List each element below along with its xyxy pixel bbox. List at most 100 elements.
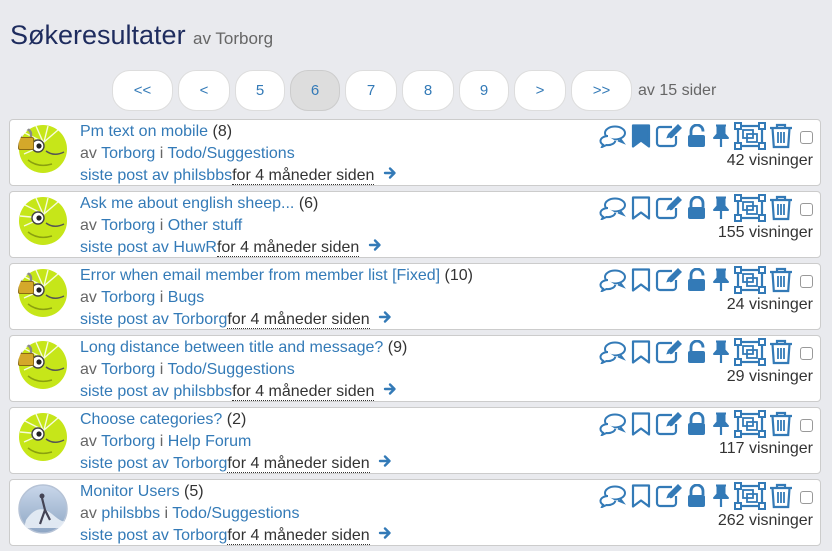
move-topic-icon[interactable] (734, 266, 766, 294)
go-to-last-post-icon[interactable] (383, 381, 397, 403)
last-post-user-link[interactable]: HuwR (173, 239, 217, 256)
topic-title-link[interactable]: Long distance between title and message? (80, 339, 383, 356)
trash-icon[interactable] (769, 339, 793, 365)
avatar[interactable] (18, 484, 68, 534)
edit-icon[interactable] (655, 268, 683, 292)
category-link[interactable]: Help Forum (168, 433, 252, 450)
bookmark-icon[interactable] (630, 268, 652, 292)
avatar[interactable] (18, 340, 68, 390)
bookmark-icon[interactable] (630, 196, 652, 220)
lock-icon[interactable] (686, 196, 708, 220)
topic-title-link[interactable]: Monitor Users (80, 483, 180, 500)
reply-chat-icon[interactable] (599, 268, 627, 292)
go-to-last-post-icon[interactable] (368, 237, 382, 259)
page-7-button[interactable]: 7 (345, 70, 397, 111)
last-post-user-link[interactable]: Torborg (173, 455, 227, 472)
category-link[interactable]: Todo/Suggestions (167, 361, 294, 378)
topic-title-link[interactable]: Error when email member from member list… (80, 267, 440, 284)
trash-icon[interactable] (769, 123, 793, 149)
pin-icon[interactable] (711, 340, 731, 364)
lock-icon[interactable] (686, 412, 708, 436)
avatar[interactable] (18, 412, 68, 462)
reply-chat-icon[interactable] (599, 196, 627, 220)
select-checkbox[interactable] (800, 202, 813, 216)
bookmark-icon[interactable] (630, 124, 652, 148)
author-link[interactable]: Torborg (101, 361, 155, 378)
reply-chat-icon[interactable] (599, 412, 627, 436)
edit-icon[interactable] (655, 196, 683, 220)
edit-icon[interactable] (655, 340, 683, 364)
category-link[interactable]: Todo/Suggestions (172, 505, 299, 522)
select-checkbox[interactable] (800, 346, 813, 360)
prev-page-button[interactable]: < (178, 70, 230, 111)
last-post-date[interactable]: for 4 måneder siden (216, 239, 360, 258)
move-topic-icon[interactable] (734, 482, 766, 510)
pin-icon[interactable] (711, 268, 731, 292)
by-label: av (80, 217, 97, 234)
pin-icon[interactable] (711, 484, 731, 508)
last-post-user-link[interactable]: philsbbs (173, 383, 232, 400)
author-link[interactable]: Torborg (101, 145, 155, 162)
author-link[interactable]: philsbbs (101, 505, 160, 522)
avatar[interactable] (18, 268, 68, 318)
pin-icon[interactable] (711, 196, 731, 220)
go-to-last-post-icon[interactable] (378, 309, 392, 331)
category-link[interactable]: Bugs (168, 289, 204, 306)
reply-chat-icon[interactable] (599, 124, 627, 148)
reply-chat-icon[interactable] (599, 340, 627, 364)
last-post-user-link[interactable]: philsbbs (173, 167, 232, 184)
first-page-button[interactable]: << (112, 70, 173, 111)
bookmark-icon[interactable] (630, 340, 652, 364)
trash-icon[interactable] (769, 267, 793, 293)
go-to-last-post-icon[interactable] (378, 525, 392, 547)
last-post-date[interactable]: for 4 måneder siden (227, 311, 370, 330)
go-to-last-post-icon[interactable] (378, 453, 392, 475)
category-link[interactable]: Other stuff (168, 217, 242, 234)
page-9-button[interactable]: 9 (459, 70, 509, 111)
edit-icon[interactable] (655, 412, 683, 436)
lock-icon[interactable] (686, 124, 708, 148)
last-post-date[interactable]: for 4 måneder siden (232, 383, 375, 402)
bookmark-icon[interactable] (630, 412, 652, 436)
last-page-button[interactable]: >> (571, 70, 632, 111)
author-link[interactable]: Torborg (101, 433, 155, 450)
topic-title-link[interactable]: Pm text on mobile (80, 123, 208, 140)
edit-icon[interactable] (655, 124, 683, 148)
last-post-date[interactable]: for 4 måneder siden (227, 527, 370, 546)
bookmark-icon[interactable] (630, 484, 652, 508)
select-checkbox[interactable] (800, 274, 813, 288)
reply-chat-icon[interactable] (599, 484, 627, 508)
select-checkbox[interactable] (800, 490, 813, 504)
move-topic-icon[interactable] (734, 338, 766, 366)
lock-icon[interactable] (686, 484, 708, 508)
pin-icon[interactable] (711, 412, 731, 436)
page-5-button[interactable]: 5 (235, 70, 285, 111)
edit-icon[interactable] (655, 484, 683, 508)
page-6-button[interactable]: 6 (290, 70, 340, 111)
avatar[interactable] (18, 196, 68, 246)
avatar[interactable] (18, 124, 68, 174)
next-page-button[interactable]: > (514, 70, 566, 111)
author-link[interactable]: Torborg (101, 289, 155, 306)
go-to-last-post-icon[interactable] (383, 165, 397, 187)
trash-icon[interactable] (769, 483, 793, 509)
move-topic-icon[interactable] (734, 122, 766, 150)
select-checkbox[interactable] (800, 130, 813, 144)
page-8-button[interactable]: 8 (402, 70, 454, 111)
trash-icon[interactable] (769, 195, 793, 221)
move-topic-icon[interactable] (734, 194, 766, 222)
last-post-user-link[interactable]: Torborg (173, 527, 227, 544)
category-link[interactable]: Todo/Suggestions (167, 145, 294, 162)
pin-icon[interactable] (711, 124, 731, 148)
move-topic-icon[interactable] (734, 410, 766, 438)
lock-icon[interactable] (686, 268, 708, 292)
topic-title-link[interactable]: Choose categories? (80, 411, 222, 428)
topic-title-link[interactable]: Ask me about english sheep... (80, 195, 294, 212)
trash-icon[interactable] (769, 411, 793, 437)
last-post-user-link[interactable]: Torborg (173, 311, 227, 328)
author-link[interactable]: Torborg (101, 217, 155, 234)
select-checkbox[interactable] (800, 418, 813, 432)
lock-icon[interactable] (686, 340, 708, 364)
last-post-date[interactable]: for 4 måneder siden (227, 455, 370, 474)
last-post-date[interactable]: for 4 måneder siden (232, 167, 375, 186)
